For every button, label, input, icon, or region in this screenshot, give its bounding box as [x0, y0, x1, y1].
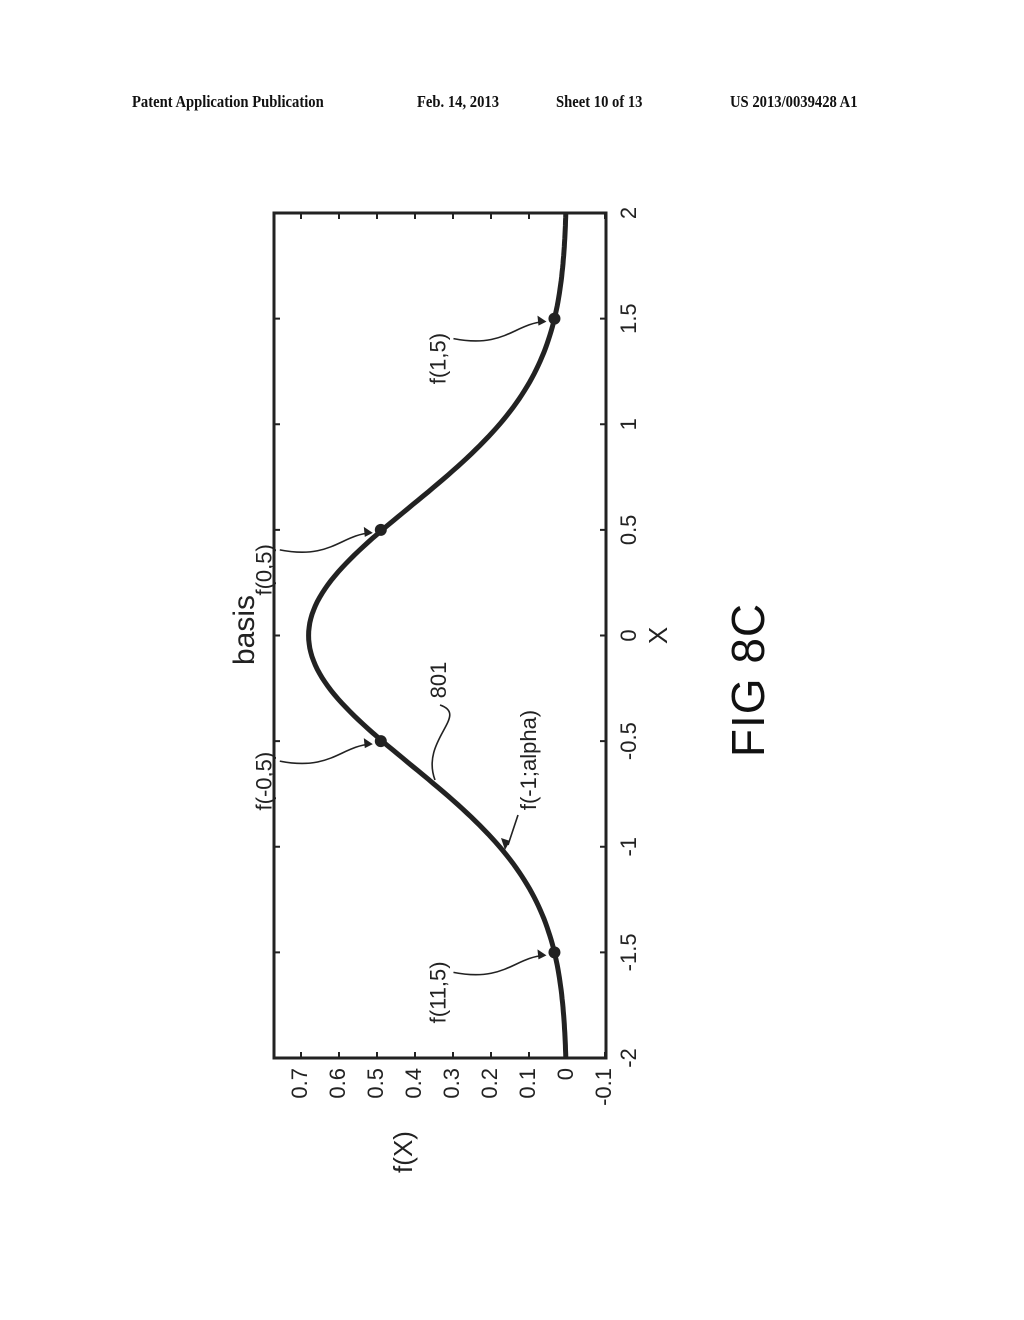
data-marker: [548, 312, 561, 325]
callout-arrow: [453, 954, 545, 976]
data-marker: [374, 735, 387, 748]
y-tick-label: 0.6: [325, 1068, 350, 1099]
arrow-head: [363, 526, 373, 537]
data-marker: [374, 523, 387, 536]
x-tick-label: 1: [616, 418, 641, 430]
basis-chart: -2 -1.5 -1 -0.5 0 0.5 1 1.5 2 -0.1 0 0.1 0.2 0.3 0.4 0.…: [228, 207, 673, 1173]
arrow-head: [363, 738, 373, 749]
x-axis-label: X: [643, 627, 673, 644]
callout-arrow: [453, 320, 545, 342]
y-tick-label: 0.3: [439, 1068, 464, 1099]
series-label-arrow: [507, 814, 519, 846]
reference-leader-801: [431, 704, 451, 781]
x-tick-label: 0.5: [616, 515, 641, 546]
x-tick-label: -0.5: [616, 722, 641, 760]
reference-numeral-801: 801: [426, 662, 451, 699]
chart-title: basis: [228, 595, 261, 665]
marker-label: f(1,5): [425, 333, 450, 384]
callout-arrow: [279, 743, 371, 765]
y-tick-label: 0.5: [363, 1068, 388, 1099]
arrow-head: [537, 949, 547, 960]
y-tick-label: 0.4: [401, 1068, 426, 1099]
marker-label: f(11,5): [425, 961, 450, 1023]
marker-label: f(0,5): [252, 544, 277, 595]
x-tick-label: -1.5: [616, 933, 641, 971]
y-tick-label: 0: [553, 1068, 578, 1080]
y-axis-label: f(X): [388, 1131, 418, 1173]
data-marker: [548, 946, 561, 959]
x-tick-label: 1.5: [616, 303, 641, 334]
figure-label: FIG 8C: [722, 602, 774, 758]
x-tick-label: 2: [616, 207, 641, 219]
x-tick-label: -2: [616, 1048, 641, 1068]
arrow-head: [537, 315, 547, 326]
y-tick-label: 0.2: [477, 1068, 502, 1099]
series-label: f(-1;alpha): [516, 710, 541, 810]
y-tick-label: 0.7: [287, 1068, 312, 1099]
x-tick-label: -1: [616, 837, 641, 857]
y-tick-label: -0.1: [591, 1068, 616, 1106]
marker-label: f(-0,5): [252, 752, 277, 811]
x-tick-label: 0: [616, 629, 641, 641]
y-tick-label: 0.1: [515, 1068, 540, 1099]
